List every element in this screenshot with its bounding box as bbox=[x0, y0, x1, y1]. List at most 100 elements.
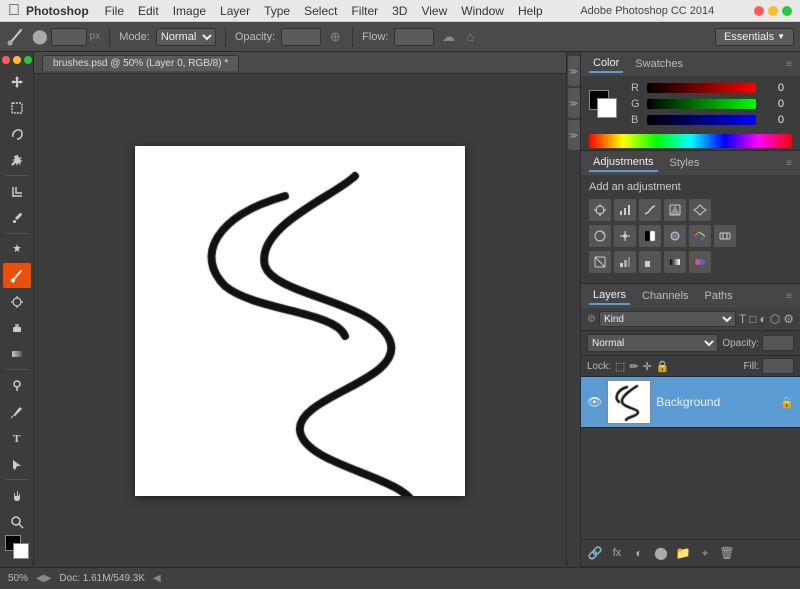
collapse-btn-1[interactable]: ≫ bbox=[568, 56, 580, 86]
opacity-value-layers[interactable]: 100% bbox=[762, 335, 794, 351]
type-filter-icon[interactable]: T bbox=[739, 312, 746, 326]
fill-value[interactable]: 100% bbox=[762, 358, 794, 374]
brush-size-input[interactable]: 20 bbox=[51, 28, 87, 46]
essentials-button[interactable]: Essentials ▼ bbox=[715, 28, 794, 46]
flow-input[interactable]: 100% bbox=[394, 28, 434, 46]
layer-style-icon[interactable]: fx bbox=[607, 543, 627, 563]
lock-transparency-icon[interactable]: ⬚ bbox=[615, 360, 625, 373]
right-panel: Color Swatches ≡ R 0 G bbox=[580, 52, 800, 567]
b-slider[interactable] bbox=[647, 115, 756, 125]
brush-tool[interactable] bbox=[3, 263, 31, 288]
brightness-adj[interactable] bbox=[589, 199, 611, 221]
delete-layer-icon[interactable]: 🗑 bbox=[717, 543, 737, 563]
bw-adj[interactable] bbox=[639, 225, 661, 247]
background-color[interactable] bbox=[13, 543, 29, 559]
layer-lock-icon: 🔒 bbox=[780, 396, 794, 409]
pixel-filter-icon[interactable]: □ bbox=[749, 312, 756, 326]
crop-tool[interactable] bbox=[3, 179, 31, 204]
type-tool[interactable]: T bbox=[3, 425, 31, 450]
swatches-tab[interactable]: Swatches bbox=[631, 56, 687, 72]
color-spectrum[interactable] bbox=[589, 134, 792, 148]
adj-panel-close[interactable]: ≡ bbox=[786, 158, 792, 169]
blend-mode-select[interactable]: Normal Multiply Screen bbox=[587, 334, 718, 352]
app-name: Photoshop bbox=[26, 4, 89, 18]
path-select-tool[interactable] bbox=[3, 451, 31, 476]
menu-layer[interactable]: Layer bbox=[214, 4, 256, 18]
lock-all-icon[interactable]: 🔒 bbox=[656, 360, 670, 373]
threshold-adj[interactable] bbox=[639, 251, 661, 273]
selectcolor-adj[interactable] bbox=[689, 251, 711, 273]
posterize-adj[interactable] bbox=[614, 251, 636, 273]
menu-image[interactable]: Image bbox=[167, 4, 212, 18]
kind-select[interactable]: Kind bbox=[599, 311, 736, 327]
smart-filter-icon[interactable]: ⚙ bbox=[783, 312, 794, 326]
lasso-tool[interactable] bbox=[3, 121, 31, 146]
curves-adj[interactable] bbox=[639, 199, 661, 221]
dodge-tool[interactable] bbox=[3, 373, 31, 398]
colorbalance-adj[interactable] bbox=[614, 225, 636, 247]
invert-adj[interactable] bbox=[589, 251, 611, 273]
layer-background[interactable]: 👁 Background 🔒 bbox=[581, 377, 800, 428]
menu-filter[interactable]: Filter bbox=[345, 4, 384, 18]
visibility-icon[interactable]: 👁 bbox=[587, 395, 602, 409]
magic-wand-tool[interactable] bbox=[3, 147, 31, 172]
exposure-adj[interactable] bbox=[664, 199, 686, 221]
menu-3d[interactable]: 3D bbox=[386, 4, 413, 18]
paths-tab[interactable]: Paths bbox=[701, 288, 737, 304]
eyedropper-tool[interactable] bbox=[3, 205, 31, 230]
lock-paint-icon[interactable]: ✏ bbox=[629, 360, 638, 373]
r-value: 0 bbox=[760, 82, 784, 94]
adjustment-layer-icon[interactable]: ⬤ bbox=[651, 543, 671, 563]
vibrance-adj[interactable] bbox=[689, 199, 711, 221]
mode-select[interactable]: Normal Multiply Screen bbox=[156, 28, 216, 46]
opacity-input[interactable]: 100% bbox=[281, 28, 321, 46]
zoom-tool[interactable] bbox=[3, 509, 31, 534]
layers-panel-close[interactable]: ≡ bbox=[786, 291, 792, 302]
color-tab[interactable]: Color bbox=[589, 55, 623, 73]
menu-help[interactable]: Help bbox=[512, 4, 549, 18]
styles-tab[interactable]: Styles bbox=[666, 155, 704, 171]
move-tool[interactable] bbox=[3, 69, 31, 94]
clone-stamp-tool[interactable] bbox=[3, 289, 31, 314]
gradient-tool[interactable] bbox=[3, 341, 31, 366]
photofilter-adj[interactable] bbox=[664, 225, 686, 247]
levels-adj[interactable] bbox=[614, 199, 636, 221]
menu-select[interactable]: Select bbox=[298, 4, 343, 18]
menu-view[interactable]: View bbox=[415, 4, 453, 18]
layer-group-icon[interactable]: 📁 bbox=[673, 543, 693, 563]
toolbar: T bbox=[0, 52, 34, 567]
channels-tab[interactable]: Channels bbox=[638, 288, 692, 304]
menu-edit[interactable]: Edit bbox=[132, 4, 165, 18]
channelmix-adj[interactable] bbox=[689, 225, 711, 247]
g-slider[interactable] bbox=[647, 99, 756, 109]
pen-tool[interactable] bbox=[3, 399, 31, 424]
marquee-tool[interactable] bbox=[3, 95, 31, 120]
collapse-btn-2[interactable]: ≫ bbox=[568, 88, 580, 118]
heal-tool[interactable] bbox=[3, 237, 31, 262]
adj-icons-row-1 bbox=[589, 199, 792, 221]
lock-move-icon[interactable]: ✛ bbox=[643, 360, 652, 373]
colorlookup-adj[interactable] bbox=[714, 225, 736, 247]
bg-swatch[interactable] bbox=[597, 98, 617, 118]
menu-file[interactable]: File bbox=[99, 4, 130, 18]
shape-filter-icon[interactable]: ⬡ bbox=[770, 312, 780, 326]
collapse-btn-3[interactable]: ≫ bbox=[568, 120, 580, 150]
gradmap-adj[interactable] bbox=[664, 251, 686, 273]
hue-sat-adj[interactable] bbox=[589, 225, 611, 247]
link-layers-icon[interactable]: 🔗 bbox=[585, 543, 605, 563]
adjustments-tab[interactable]: Adjustments bbox=[589, 154, 658, 172]
menu-window[interactable]: Window bbox=[455, 4, 510, 18]
layers-blend-row: Normal Multiply Screen Opacity: 100% bbox=[581, 331, 800, 356]
layers-tab[interactable]: Layers bbox=[589, 287, 630, 305]
color-b-row: B 0 bbox=[623, 112, 792, 128]
hand-tool[interactable] bbox=[3, 483, 31, 508]
adjust-filter-icon[interactable]: ◐ bbox=[760, 312, 767, 326]
new-layer-icon[interactable]: + bbox=[695, 543, 715, 563]
menu-type[interactable]: Type bbox=[258, 4, 296, 18]
eraser-tool[interactable] bbox=[3, 315, 31, 340]
r-slider[interactable] bbox=[647, 83, 756, 93]
document-tab[interactable]: brushes.psd @ 50% (Layer 0, RGB/8) * bbox=[42, 55, 239, 71]
color-panel-close[interactable]: ≡ bbox=[786, 59, 792, 70]
layer-mask-icon[interactable]: ◐ bbox=[629, 543, 649, 563]
drawing-canvas[interactable] bbox=[135, 146, 465, 496]
